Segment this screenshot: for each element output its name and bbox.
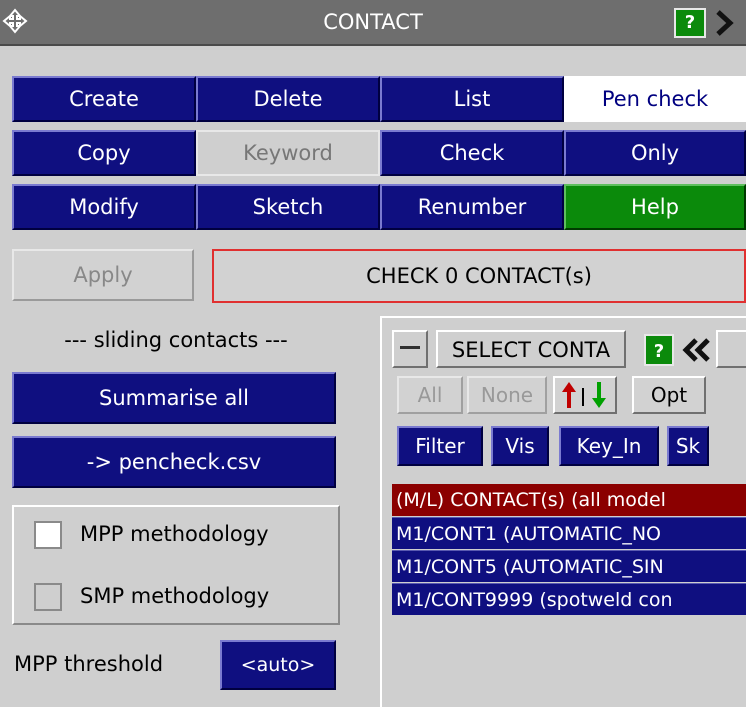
key-in-button[interactable]: Key_In (559, 426, 659, 466)
section-heading: --- sliding contacts --- (64, 328, 288, 352)
list-item[interactable]: M1/CONT5 (AUTOMATIC_SIN (392, 550, 746, 582)
contact-panel: CONTACT ? Create Delete List Pen check C… (0, 0, 746, 707)
check-button[interactable]: Check (380, 130, 564, 176)
help-button[interactable]: Help (564, 184, 746, 230)
keyword-button[interactable]: Keyword (196, 130, 380, 176)
sort-arrows-icon (562, 382, 606, 408)
select-none-button[interactable]: None (467, 376, 547, 414)
renumber-button[interactable]: Renumber (380, 184, 564, 230)
panel-end-tab[interactable] (716, 330, 746, 368)
create-button[interactable]: Create (12, 76, 196, 122)
sketch-button[interactable]: Sketch (196, 184, 380, 230)
window-title: CONTACT (323, 10, 423, 34)
title-bar[interactable]: CONTACT ? (0, 0, 746, 46)
sort-button[interactable] (553, 376, 617, 414)
summarise-all-button[interactable]: Summarise all (12, 372, 336, 424)
select-help-icon[interactable]: ? (644, 334, 674, 366)
mpp-label: MPP methodology (80, 522, 269, 546)
pen-check-button[interactable]: Pen check (564, 76, 746, 122)
modify-button[interactable]: Modify (12, 184, 196, 230)
minimize-icon[interactable] (392, 330, 428, 368)
export-csv-button[interactable]: -> pencheck.csv (12, 436, 336, 488)
collapse-left-icon[interactable] (680, 334, 712, 366)
list-item[interactable]: M1/CONT1 (AUTOMATIC_NO (392, 517, 746, 549)
list-item[interactable]: M1/CONT9999 (spotweld con (392, 583, 746, 615)
delete-button[interactable]: Delete (196, 76, 380, 122)
select-all-button[interactable]: All (397, 376, 463, 414)
smp-label: SMP methodology (80, 584, 270, 608)
sketch-select-button[interactable]: Sk (667, 426, 709, 466)
help-icon[interactable]: ? (674, 8, 706, 38)
apply-button[interactable]: Apply (12, 249, 194, 301)
close-icon[interactable] (712, 8, 746, 38)
filter-button[interactable]: Filter (397, 426, 483, 466)
vis-button[interactable]: Vis (491, 426, 549, 466)
options-button[interactable]: Opt (632, 376, 706, 414)
command-display: CHECK 0 CONTACT(s) (212, 249, 746, 303)
mpp-checkbox[interactable] (34, 521, 62, 549)
list-item[interactable]: (M/L) CONTACT(s) (all model (392, 484, 746, 516)
copy-button[interactable]: Copy (12, 130, 196, 176)
smp-checkbox[interactable] (34, 583, 62, 611)
only-button[interactable]: Only (564, 130, 746, 176)
threshold-label: MPP threshold (14, 652, 164, 676)
list-button[interactable]: List (380, 76, 564, 122)
threshold-input[interactable]: <auto> (220, 640, 336, 690)
select-panel-title: SELECT CONTA (436, 330, 626, 368)
